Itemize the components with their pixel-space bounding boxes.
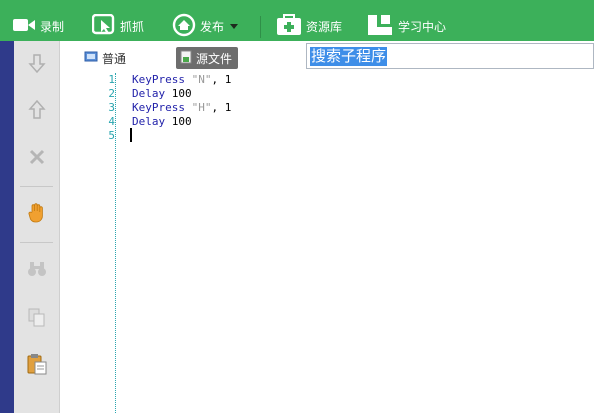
hand-tool-button[interactable] (24, 201, 50, 227)
publish-label: 发布 (200, 19, 225, 34)
keyword: KeyPress (132, 101, 185, 114)
graduation-icon (366, 14, 394, 39)
copy-icon (27, 307, 47, 330)
arrow-up-icon (28, 99, 46, 123)
house-circle-icon (172, 13, 196, 40)
string-literal: "H" (191, 101, 212, 114)
arguments: , 1 (211, 101, 232, 114)
text-caret (130, 128, 132, 142)
hand-icon (27, 202, 47, 227)
code-line[interactable]: Delay 100 (132, 115, 192, 129)
tab-source[interactable]: 源文件 (176, 47, 239, 69)
line-number: 2 (108, 87, 115, 100)
arguments: 100 (165, 87, 192, 100)
capture-button[interactable]: 抓抓 (91, 13, 145, 39)
resources-label: 资源库 (306, 19, 343, 34)
move-up-button[interactable] (24, 98, 50, 124)
publish-button[interactable]: 发布 (172, 13, 239, 40)
line-number: 3 (108, 101, 115, 114)
line-number: 5 (108, 129, 115, 142)
video-camera-icon (12, 16, 36, 37)
main-toolbar: 录制 抓抓 发布 资源库 学习中心 (0, 0, 594, 41)
string-literal: "N" (191, 73, 212, 86)
cursor-capture-icon (91, 13, 116, 39)
line-number: 4 (108, 115, 115, 128)
record-label: 录制 (40, 19, 65, 34)
move-down-button[interactable] (24, 51, 50, 77)
copy-button[interactable] (24, 305, 50, 331)
sidebar-accent (0, 41, 14, 413)
capture-label: 抓抓 (120, 19, 145, 34)
clipboard-icon (26, 353, 48, 378)
keyword: Delay (132, 115, 166, 128)
tab-normal-label: 普通 (102, 51, 127, 66)
find-button[interactable] (24, 257, 50, 283)
learning-center-button[interactable]: 学习中心 (366, 14, 446, 38)
code-line[interactable]: Delay 100 (132, 87, 192, 101)
keyword: KeyPress (132, 73, 185, 86)
code-line[interactable]: KeyPress "H", 1 (132, 101, 231, 115)
document-icon (180, 50, 193, 67)
strip-divider (20, 186, 53, 187)
search-subroutine-input[interactable]: 搜索子程序 (306, 43, 594, 69)
arguments: , 1 (211, 73, 232, 86)
monitor-icon (84, 51, 98, 66)
record-button[interactable]: 录制 (12, 14, 64, 38)
arguments: 100 (165, 115, 192, 128)
resources-button[interactable]: 资源库 (276, 13, 343, 39)
learning-label: 学习中心 (398, 19, 447, 34)
first-aid-kit-icon (276, 13, 302, 39)
keyword: Delay (132, 87, 166, 100)
search-text: 搜索子程序 (310, 47, 388, 66)
toolbar-divider (260, 16, 261, 38)
line-number: 1 (108, 73, 115, 86)
chevron-down-icon[interactable] (230, 23, 239, 29)
arrow-down-icon (28, 53, 46, 76)
delete-button[interactable] (24, 145, 50, 171)
paste-button[interactable] (24, 352, 50, 378)
tab-source-label: 源文件 (196, 51, 233, 66)
tab-normal[interactable]: 普通 (84, 47, 126, 69)
code-line[interactable]: KeyPress "N", 1 (132, 73, 231, 87)
close-icon (28, 148, 46, 169)
binoculars-icon (27, 260, 47, 281)
strip-divider (20, 242, 53, 243)
command-strip (14, 41, 60, 413)
line-number-gutter: 1 2 3 4 5 (80, 73, 116, 413)
